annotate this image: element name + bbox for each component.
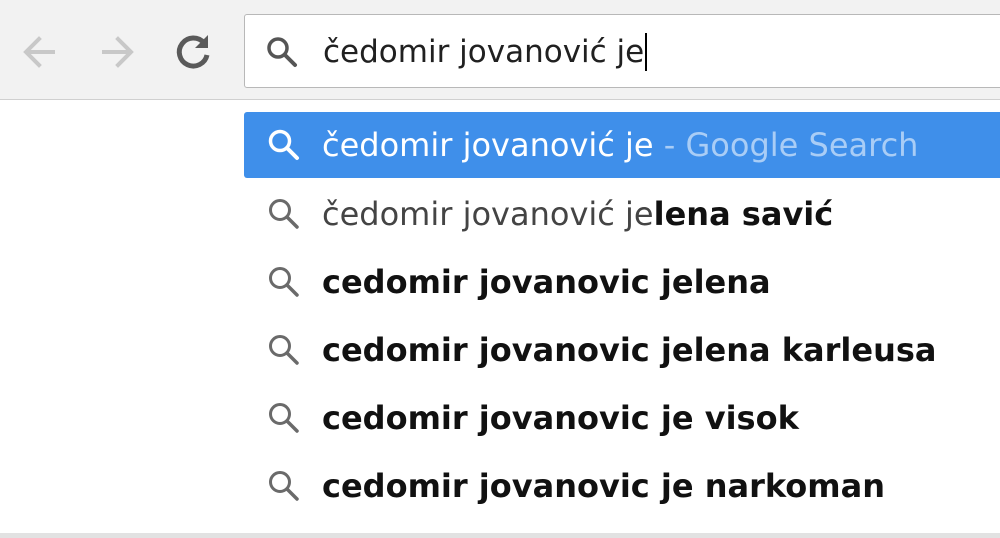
suggestion-completion: cedomir jovanovic je narkoman (322, 467, 885, 505)
reload-button[interactable] (168, 26, 218, 78)
reload-icon (176, 35, 210, 69)
arrow-right-icon (102, 36, 134, 68)
suggestion-item[interactable]: cedomir jovanovic je visok (244, 385, 1000, 451)
suggestion-item[interactable]: cedomir jovanovic jelena karleusa (244, 317, 1000, 383)
suggestion-text: čedomir jovanović jelena savić (322, 181, 833, 247)
address-bar[interactable]: čedomir jovanović je (244, 14, 1000, 88)
search-icon (269, 199, 299, 229)
suggestion-item[interactable]: čedomir jovanović je - Google Search (244, 112, 1000, 178)
dropdown-bottom-border (0, 533, 1000, 538)
suggestion-completion: cedomir jovanovic je visok (322, 399, 799, 437)
address-bar-value: čedomir jovanović je (323, 34, 645, 70)
arrow-left-icon (23, 36, 55, 68)
suggestion-text: cedomir jovanovic je narkoman (322, 453, 885, 519)
suggestion-description: - Google Search (653, 126, 919, 164)
suggestion-text: čedomir jovanović je - Google Search (322, 112, 918, 178)
browser-toolbar: čedomir jovanović je (0, 0, 1000, 100)
search-icon (269, 403, 299, 433)
back-button[interactable] (14, 26, 64, 78)
suggestion-completion: lena savić (653, 195, 834, 233)
suggestion-text: cedomir jovanovic je visok (322, 385, 799, 451)
search-icon (269, 335, 299, 365)
text-cursor (645, 33, 648, 71)
browser-window: čedomir jovanović je čedomir jovanović j… (0, 0, 1000, 538)
suggestion-typed: čedomir jovanović je (322, 195, 654, 233)
address-bar-input[interactable]: čedomir jovanović je (323, 29, 648, 75)
suggestion-completion: cedomir jovanovic jelena karleusa (322, 331, 937, 369)
omnibox-suggestions-dropdown: čedomir jovanović je - Google Search čed… (0, 100, 1000, 538)
suggestion-item[interactable]: cedomir jovanovic je narkoman (244, 453, 1000, 519)
search-icon (269, 267, 299, 297)
suggestion-text: cedomir jovanovic jelena karleusa (322, 317, 937, 383)
forward-button[interactable] (93, 26, 143, 78)
search-icon (267, 37, 297, 67)
suggestion-item[interactable]: čedomir jovanović jelena savić (244, 181, 1000, 247)
search-icon (269, 471, 299, 501)
suggestion-completion: cedomir jovanovic jelena (322, 263, 771, 301)
suggestion-item[interactable]: cedomir jovanovic jelena (244, 249, 1000, 315)
search-icon (268, 129, 299, 160)
suggestion-text: cedomir jovanovic jelena (322, 249, 771, 315)
suggestion-typed: čedomir jovanović je (322, 126, 654, 164)
